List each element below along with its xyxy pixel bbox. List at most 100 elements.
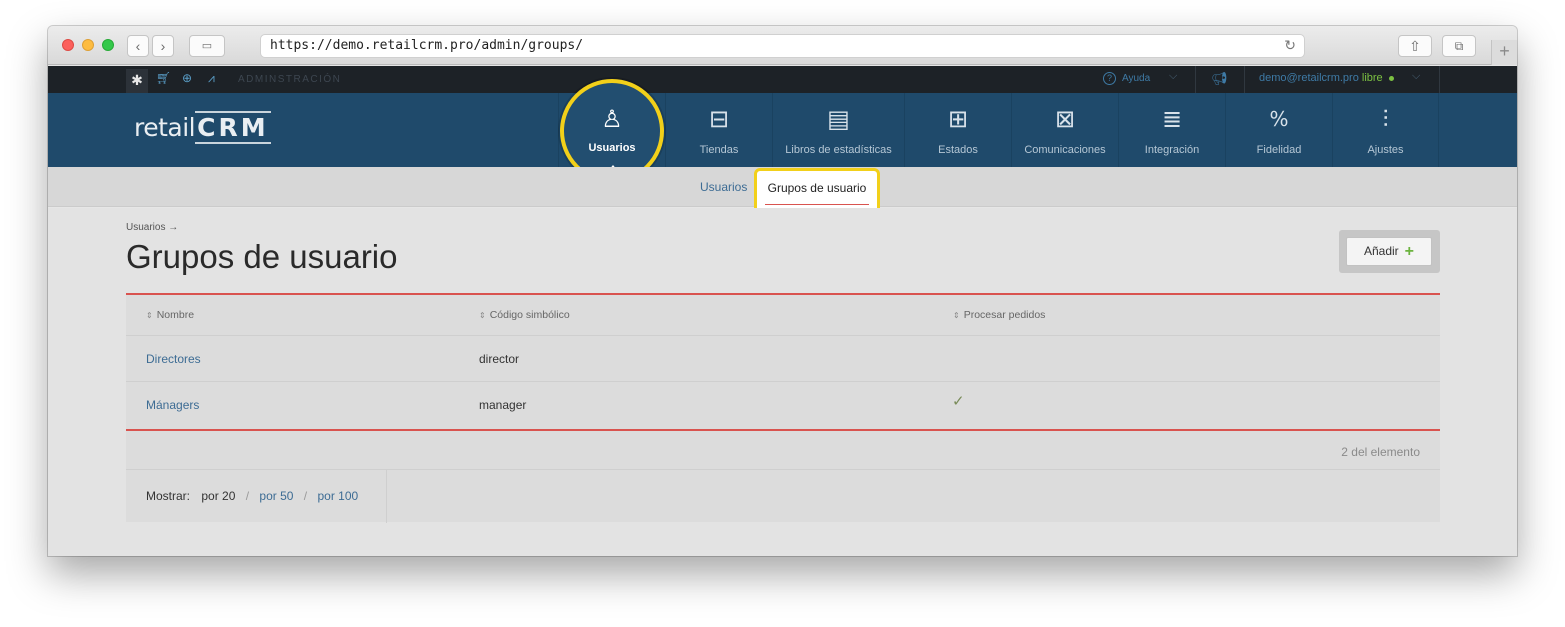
group-name-link[interactable]: Mánagers bbox=[146, 398, 199, 412]
megaphone-icon[interactable]: 📢︎ bbox=[1211, 71, 1228, 87]
column-label: Procesar pedidos bbox=[963, 309, 1046, 321]
plus-icon: + bbox=[1404, 243, 1415, 260]
help-link[interactable]: ? Ayuda bbox=[1103, 72, 1150, 85]
sort-icon: ⇕ bbox=[146, 311, 153, 320]
subnav-active-label: Grupos de usuario bbox=[767, 181, 867, 195]
page-size-option-100[interactable]: por 100 bbox=[317, 489, 358, 503]
back-icon[interactable]: ‹ bbox=[127, 35, 149, 57]
chevron-down-icon[interactable]: ⌵ bbox=[1412, 70, 1420, 83]
sidebar-icon[interactable]: ▭ bbox=[189, 35, 225, 57]
main-nav: ⊟ Tiendas ▤ Libros de estadísticas ⊞ Est… bbox=[558, 93, 1439, 167]
sort-icon: ⇕ bbox=[479, 311, 486, 320]
divider bbox=[1439, 66, 1440, 93]
nav-item-tiendas[interactable]: ⊟ Tiendas bbox=[665, 93, 772, 167]
page-size-selector: Mostrar: por 20 / por 50 / por 100 bbox=[146, 489, 358, 503]
help-icon: ? bbox=[1103, 72, 1116, 85]
cart-icon[interactable]: 🛒︎ bbox=[156, 71, 171, 85]
page-title: Grupos de usuario bbox=[126, 238, 398, 275]
crm-header: retailCRM ⊟ Tiendas ▤ Libros de estadíst… bbox=[48, 93, 1517, 167]
divider bbox=[1195, 66, 1196, 93]
nav-item-ajustes[interactable]: ⫶ Ajustes bbox=[1332, 93, 1439, 167]
browser-toolbar: ‹ › ▭ https://demo.retailcrm.pro/admin/g… bbox=[48, 26, 1517, 65]
mail-icon: ⊠ bbox=[1054, 105, 1076, 133]
column-header-code[interactable]: ⇕ Código simbólico bbox=[479, 309, 570, 321]
nav-item-estados[interactable]: ⊞ Estados bbox=[904, 93, 1011, 167]
group-name-link[interactable]: Directores bbox=[146, 352, 201, 366]
gear-icon[interactable]: ✱ bbox=[126, 69, 148, 93]
active-underline bbox=[765, 204, 869, 205]
close-window-button[interactable] bbox=[62, 39, 74, 51]
groups-table-panel: ⇕ Nombre ⇕ Código simbólico ⇕ Procesar pedi… bbox=[126, 293, 1440, 523]
account-email: demo@retailcrm.pro bbox=[1259, 72, 1359, 84]
target-icon[interactable]: ⊕ bbox=[182, 71, 192, 85]
nav-item-comunicaciones[interactable]: ⊠ Comunicaciones bbox=[1011, 93, 1118, 167]
table-row: Mánagers manager ✓ bbox=[126, 382, 1440, 428]
address-bar[interactable]: https://demo.retailcrm.pro/admin/groups/… bbox=[260, 34, 1305, 58]
share-icon[interactable]: ⇧ bbox=[1398, 35, 1432, 57]
chevron-down-icon[interactable]: ⌵ bbox=[1169, 70, 1177, 83]
crm-topbar: ✱ 🛒︎ ⊕ ⩘ ADMINSTRACIÓN ? Ayuda ⌵ 📢︎ demo@… bbox=[48, 66, 1517, 93]
nav-item-libros[interactable]: ▤ Libros de estadísticas bbox=[772, 93, 904, 167]
item-count: 2 del elemento bbox=[1341, 445, 1420, 459]
separator: / bbox=[303, 489, 308, 503]
section-label: ADMINSTRACIÓN bbox=[238, 74, 342, 85]
add-label: Añadir bbox=[1363, 244, 1399, 258]
divider bbox=[386, 470, 387, 523]
group-code: director bbox=[479, 352, 520, 366]
forward-icon[interactable]: › bbox=[152, 35, 174, 57]
nav-label: Fidelidad bbox=[1256, 144, 1302, 156]
page-size-current: por 20 bbox=[201, 489, 236, 503]
checkmark-icon: ✓ bbox=[952, 392, 965, 410]
grid-icon: ⊞ bbox=[947, 105, 969, 133]
column-header-name[interactable]: ⇕ Nombre bbox=[146, 309, 194, 321]
divider bbox=[1244, 66, 1245, 93]
retailcrm-logo[interactable]: retailCRM bbox=[134, 111, 271, 144]
table-header: ⇕ Nombre ⇕ Código simbólico ⇕ Procesar pedi… bbox=[126, 295, 1440, 336]
zoom-window-button[interactable] bbox=[102, 39, 114, 51]
column-label: Nombre bbox=[156, 309, 195, 321]
help-label: Ayuda bbox=[1122, 73, 1151, 84]
page-size-option-50[interactable]: por 50 bbox=[259, 489, 293, 503]
sliders-icon: ⫶ bbox=[1382, 105, 1389, 133]
nav-label: Ajustes bbox=[1367, 144, 1404, 156]
minimize-window-button[interactable] bbox=[82, 39, 94, 51]
analytics-icon[interactable]: ⩘ bbox=[208, 71, 215, 86]
nav-item-integracion[interactable]: ≣ Integración bbox=[1118, 93, 1225, 167]
add-button-wrapper: Añadir + bbox=[1339, 230, 1440, 273]
status-dot bbox=[1388, 75, 1394, 81]
tabs-overview-icon[interactable]: ⧉ bbox=[1442, 35, 1476, 57]
sort-icon: ⇕ bbox=[953, 311, 960, 320]
user-icon: ♙ bbox=[601, 105, 623, 133]
breadcrumb[interactable]: Usuarios → bbox=[126, 222, 178, 233]
store-icon: ⊟ bbox=[708, 105, 730, 133]
account-menu[interactable]: demo@retailcrm.pro libre bbox=[1259, 72, 1394, 84]
new-tab-icon[interactable]: + bbox=[1491, 40, 1517, 65]
nav-label: Libros de estadísticas bbox=[785, 144, 892, 156]
account-plan: libre bbox=[1361, 72, 1383, 84]
percent-tag-icon: % bbox=[1269, 107, 1289, 131]
pagination-footer: Mostrar: por 20 / por 50 / por 100 bbox=[126, 469, 1440, 523]
logo-brand: CRM bbox=[195, 111, 271, 144]
main-content: Usuarios → Grupos de usuario Añadir + ⇕ No… bbox=[48, 208, 1517, 556]
table-bottom-border bbox=[126, 429, 1440, 431]
logo-prefix: retail bbox=[134, 113, 196, 142]
nav-item-fidelidad[interactable]: % Fidelidad bbox=[1225, 93, 1332, 167]
add-button[interactable]: Añadir + bbox=[1346, 237, 1432, 266]
nav-label: Estados bbox=[938, 144, 978, 156]
nav-label: Tiendas bbox=[699, 144, 739, 156]
nav-label: Comunicaciones bbox=[1024, 144, 1106, 156]
group-code: manager bbox=[479, 398, 527, 412]
reload-icon[interactable]: ↻ bbox=[1284, 35, 1296, 57]
nav-label: Integración bbox=[1144, 144, 1200, 156]
page-size-label: Mostrar: bbox=[146, 489, 191, 503]
column-header-process[interactable]: ⇕ Procesar pedidos bbox=[953, 309, 1045, 321]
browser-window: ‹ › ▭ https://demo.retailcrm.pro/admin/g… bbox=[48, 26, 1517, 556]
book-icon: ▤ bbox=[827, 105, 850, 133]
column-label: Código simbólico bbox=[489, 309, 570, 321]
table-row: Directores director bbox=[126, 336, 1440, 382]
lines-icon: ≣ bbox=[1161, 105, 1183, 133]
separator: / bbox=[245, 489, 250, 503]
url-text: https://demo.retailcrm.pro/admin/groups/ bbox=[270, 38, 584, 53]
nav-label: Usuarios bbox=[588, 142, 636, 154]
subnav-item-usuarios[interactable]: Usuarios bbox=[700, 180, 747, 194]
